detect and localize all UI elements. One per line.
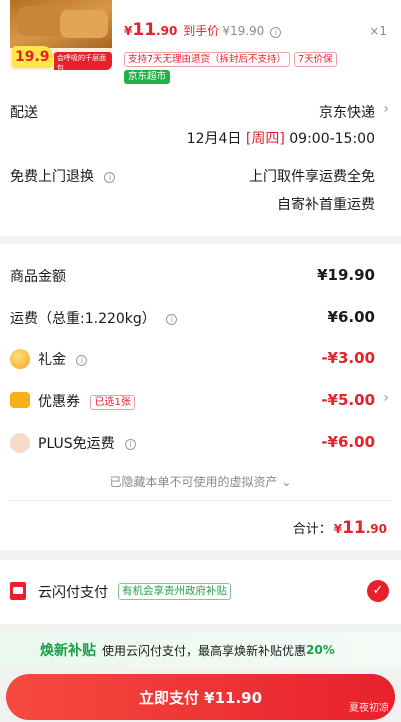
unionpay-icon bbox=[10, 582, 26, 600]
service-tag: 支持7天无理由退货（拆封后不支持） bbox=[124, 52, 291, 67]
check-icon[interactable]: ✓ bbox=[367, 580, 389, 602]
info-icon[interactable]: i bbox=[125, 438, 137, 450]
chevron-down-icon: ⌄ bbox=[281, 475, 292, 489]
quantity: ×1 bbox=[369, 24, 387, 38]
goods-amount-value: ¥19.90 bbox=[317, 266, 375, 284]
goods-amount-label: 商品金额 bbox=[10, 269, 66, 285]
info-icon[interactable]: i bbox=[166, 313, 178, 325]
chevron-right-icon[interactable]: › bbox=[383, 101, 389, 117]
pay-now-button[interactable]: 立即支付 ¥11.90 bbox=[6, 674, 395, 720]
price-symbol: ¥ bbox=[124, 24, 133, 38]
delivery-weekday: [周四] bbox=[245, 131, 285, 147]
plus-label-text: PLUS免运费 bbox=[38, 436, 115, 452]
shipping-label-text: 运费（总重:1.220kg） bbox=[10, 311, 156, 327]
shipping-label: 运费（总重:1.220kg） i bbox=[10, 308, 178, 328]
gift-label: 礼金 i bbox=[38, 349, 88, 369]
price-decimal: .90 bbox=[156, 24, 178, 38]
payment-method-label[interactable]: 云闪付支付 bbox=[38, 582, 108, 602]
watermark: 夏夜初凉 bbox=[349, 703, 389, 714]
thumb-price-tag: 19.9 bbox=[12, 46, 53, 68]
gift-coin-icon bbox=[10, 349, 30, 369]
price-integer: 11 bbox=[132, 20, 157, 40]
returns-label: 免费上门退换 i bbox=[10, 166, 116, 186]
bread-shape bbox=[60, 10, 108, 38]
hidden-assets-toggle[interactable]: 已隐藏本单不可使用的虚拟资产 ⌄ bbox=[0, 473, 401, 490]
total-integer: 11 bbox=[342, 518, 366, 538]
plus-label: PLUS免运费 i bbox=[38, 433, 137, 453]
coupon-icon bbox=[10, 392, 30, 408]
coupon-label-text: 优惠券 bbox=[38, 394, 80, 410]
bread-shape bbox=[18, 6, 64, 36]
total-symbol: ¥ bbox=[333, 522, 343, 536]
service-tags: 支持7天无理由退货（拆封后不支持） 7天价保 bbox=[124, 52, 337, 67]
hand-price-label: 到手价 bbox=[183, 24, 220, 38]
delivery-window: 09:00-15:00 bbox=[289, 131, 375, 147]
total-decimal: .90 bbox=[365, 522, 387, 536]
info-icon[interactable]: i bbox=[104, 171, 116, 183]
subsidy-banner: 焕新补贴 使用云闪付支付，最高享焕新补贴优惠 20% bbox=[0, 632, 401, 668]
info-icon[interactable]: i bbox=[270, 27, 282, 38]
coupon-badge: 已选1张 bbox=[90, 394, 135, 410]
hidden-assets-text: 已隐藏本单不可使用的虚拟资产 bbox=[109, 475, 278, 489]
returns-line2: 自寄补首重运费 bbox=[277, 197, 375, 213]
order-total: 合计： ¥ 11 .90 bbox=[293, 518, 387, 538]
hand-price-value: ¥19.90 bbox=[222, 24, 265, 38]
gift-label-text: 礼金 bbox=[38, 352, 66, 368]
info-icon[interactable]: i bbox=[76, 354, 88, 366]
service-tag: 7天价保 bbox=[294, 52, 337, 67]
delivery-date: 12月4日 bbox=[186, 131, 242, 147]
coupon-row[interactable]: 优惠券 已选1张 bbox=[38, 391, 135, 411]
subsidy-title: 焕新补贴 bbox=[40, 643, 96, 659]
divider bbox=[10, 500, 391, 501]
payment-promo-badge: 有机会享贵州政府补贴 bbox=[118, 583, 231, 600]
coupon-value[interactable]: -¥5.00 bbox=[321, 391, 375, 409]
gift-value: -¥3.00 bbox=[321, 349, 375, 367]
delivery-label: 配送 bbox=[10, 105, 38, 121]
subsidy-desc: 使用云闪付支付，最高享焕新补贴优惠 bbox=[102, 643, 307, 658]
returns-label-text: 免费上门退换 bbox=[10, 169, 94, 185]
chevron-right-icon[interactable]: › bbox=[383, 390, 389, 406]
thumb-tagline: 会呼吸的千层面包 bbox=[54, 52, 112, 70]
subsidy-percent: 20% bbox=[306, 643, 335, 657]
shipping-value: ¥6.00 bbox=[327, 308, 375, 326]
price-line: ¥ 11 .90 到手价 ¥19.90 i bbox=[124, 20, 282, 40]
returns-line1: 上门取件享运费全免 bbox=[249, 169, 375, 185]
store-badge: 京东超市 bbox=[124, 70, 171, 84]
total-label: 合计： bbox=[292, 522, 332, 537]
product-thumbnail[interactable]: 19.9 会呼吸的千层面包 bbox=[10, 0, 112, 70]
delivery-time[interactable]: 12月4日 [周四] 09:00-15:00 bbox=[187, 128, 375, 148]
plus-icon bbox=[10, 433, 30, 453]
order-card: 19.9 会呼吸的千层面包 ¥ 11 .90 到手价 ¥19.90 i ×1 支… bbox=[0, 0, 401, 236]
delivery-carrier[interactable]: 京东快递 bbox=[319, 102, 375, 122]
plus-value: -¥6.00 bbox=[321, 433, 375, 451]
